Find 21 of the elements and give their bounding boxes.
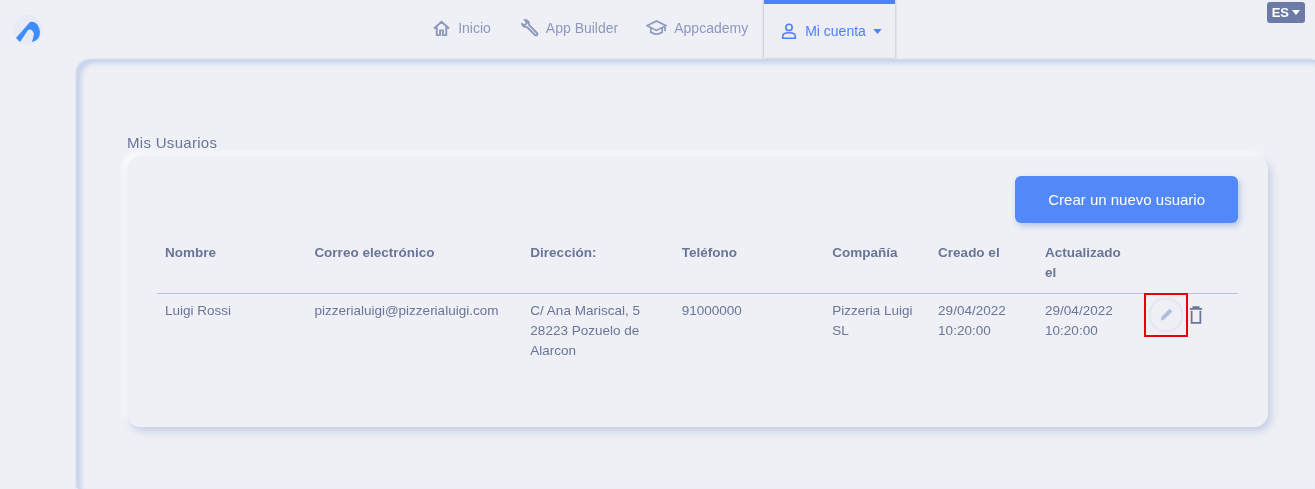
column-header: Nombre — [165, 245, 216, 260]
section-title: Mis Usuarios — [127, 134, 218, 151]
table-cell: 91000000 — [681, 303, 742, 318]
nav-tab[interactable]: Inicio — [420, 0, 503, 58]
column-header: Dirección: — [530, 245, 597, 260]
column-header: Creado el — [938, 245, 1000, 260]
column-header: Actualizado el — [1045, 245, 1121, 280]
column-header: Teléfono — [681, 245, 737, 260]
table-cell: pizzerialuigi@pizzerialuigi.com — [314, 303, 499, 318]
language-dropdown[interactable]: ES — [1266, 2, 1305, 23]
table-cell: 29/04/2022 10:20:00 — [1045, 303, 1113, 338]
nav-tab[interactable]: Appcademy — [634, 0, 761, 58]
table-cell: C/ Ana Mariscal, 5 28223 Pozuelo de Alarcon — [530, 303, 640, 358]
column-header: Correo electrónico — [314, 245, 435, 260]
table-cell: 29/04/2022 10:20:00 — [938, 303, 1006, 338]
table-cell: Pizzeria Luigi SL — [832, 303, 913, 338]
column-header: Compañía — [832, 245, 898, 260]
nav-tab[interactable]: Mi cuenta — [764, 0, 895, 58]
table-cell: Luigi Rossi — [165, 303, 232, 318]
create-user-button[interactable]: Crear un nuevo usuario — [1015, 176, 1238, 223]
nav-tab[interactable]: App Builder — [506, 0, 631, 58]
